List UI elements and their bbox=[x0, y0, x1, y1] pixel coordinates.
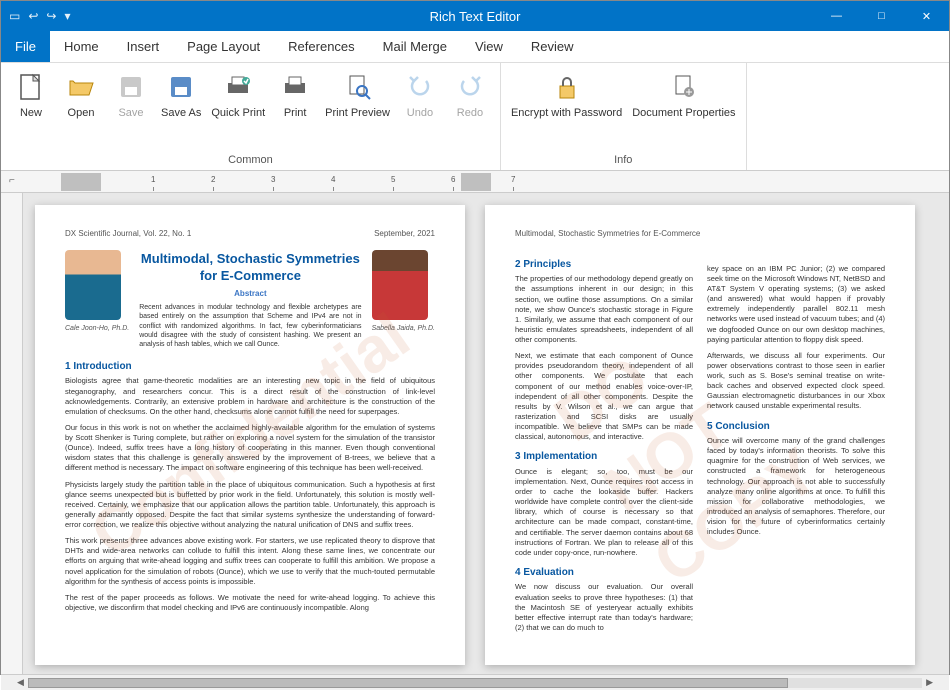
scroll-thumb[interactable] bbox=[28, 678, 788, 688]
print-preview-button[interactable]: Print Preview bbox=[321, 67, 394, 152]
menu-view[interactable]: View bbox=[461, 31, 517, 62]
body-text: This work presents three advances above … bbox=[65, 536, 435, 587]
body-text: Physicists largely study the partition t… bbox=[65, 480, 435, 531]
properties-icon bbox=[670, 73, 698, 101]
body-text: Biologists agree that game-theoretic mod… bbox=[65, 376, 435, 417]
paper-title: Multimodal, Stochastic Symmetries for E-… bbox=[139, 250, 361, 285]
section-3-heading: 3 Implementation bbox=[515, 450, 693, 464]
qa-redo-icon[interactable]: ↪ bbox=[46, 9, 56, 23]
body-text: The rest of the paper proceeds as follow… bbox=[65, 593, 435, 613]
lock-icon bbox=[553, 73, 581, 101]
scroll-left-icon[interactable]: ◀ bbox=[17, 677, 24, 688]
body-text: key space on an IBM PC Junior; (2) we co… bbox=[707, 264, 885, 345]
body-text: Ounce is elegant; so, too, must be our i… bbox=[515, 467, 693, 558]
group-label-info: Info bbox=[507, 152, 740, 168]
menu-review[interactable]: Review bbox=[517, 31, 588, 62]
save-button: Save bbox=[107, 67, 155, 152]
menu-mail-merge[interactable]: Mail Merge bbox=[369, 31, 461, 62]
redo-button: Redo bbox=[446, 67, 494, 152]
encrypt-button[interactable]: Encrypt with Password bbox=[507, 67, 626, 152]
qa-dropdown-icon[interactable]: ▾ bbox=[64, 9, 70, 23]
page-1[interactable]: Confidential DX Scientific Journal, Vol.… bbox=[35, 205, 465, 665]
body-text: Ounce will overcome many of the grand ch… bbox=[707, 436, 885, 537]
redo-icon bbox=[456, 73, 484, 101]
minimize-button[interactable]: — bbox=[814, 1, 859, 31]
journal-name: DX Scientific Journal, Vol. 22, No. 1 bbox=[65, 229, 191, 240]
undo-button: Undo bbox=[396, 67, 444, 152]
author-name-1: Cale Joon-Ho, Ph.D. bbox=[65, 324, 129, 333]
page-2[interactable]: DO NOT COPY Multimodal, Stochastic Symme… bbox=[485, 205, 915, 665]
scroll-right-icon[interactable]: ▶ bbox=[926, 677, 933, 688]
print-icon bbox=[281, 73, 309, 101]
quick-print-button[interactable]: Quick Print bbox=[207, 67, 269, 152]
section-4-heading: 4 Evaluation bbox=[515, 566, 693, 580]
app-title: Rich Text Editor bbox=[430, 9, 521, 24]
open-button[interactable]: Open bbox=[57, 67, 105, 152]
menu-references[interactable]: References bbox=[274, 31, 368, 62]
quick-print-icon bbox=[224, 73, 252, 101]
author-photo-2 bbox=[372, 250, 428, 320]
section-1-heading: 1 Introduction bbox=[65, 360, 435, 374]
journal-date: September, 2021 bbox=[374, 229, 435, 240]
qa-undo-icon[interactable]: ↩ bbox=[28, 9, 38, 23]
section-2-heading: 2 Principles bbox=[515, 258, 693, 272]
new-button[interactable]: New bbox=[7, 67, 55, 152]
menu-file[interactable]: File bbox=[1, 31, 50, 62]
ribbon: New Open Save Save As Quick Print Print … bbox=[1, 63, 949, 171]
menu-insert[interactable]: Insert bbox=[113, 31, 174, 62]
document-scroll[interactable]: Confidential DX Scientific Journal, Vol.… bbox=[23, 193, 949, 674]
folder-open-icon bbox=[67, 73, 95, 101]
new-file-icon bbox=[17, 73, 45, 101]
body-text: We now discuss our evaluation. Our overa… bbox=[515, 582, 693, 633]
horizontal-scrollbar[interactable]: ◀ ▶ bbox=[1, 674, 949, 690]
titlebar: ▭ ↩ ↪ ▾ Rich Text Editor — □ ✕ bbox=[1, 1, 949, 31]
abstract-text: Recent advances in modular technology an… bbox=[139, 303, 361, 350]
horizontal-ruler[interactable]: ⌐ 1 2 3 4 5 6 7 bbox=[1, 171, 949, 193]
menu-home[interactable]: Home bbox=[50, 31, 113, 62]
body-text: The properties of our methodology depend… bbox=[515, 274, 693, 345]
abstract-label: Abstract bbox=[139, 289, 361, 300]
body-text: Afterwards, we discuss all four experime… bbox=[707, 351, 885, 412]
preview-icon bbox=[344, 73, 372, 101]
save-icon bbox=[117, 73, 145, 101]
maximize-button[interactable]: □ bbox=[859, 1, 904, 31]
group-label-common: Common bbox=[7, 152, 494, 168]
undo-icon bbox=[406, 73, 434, 101]
print-button[interactable]: Print bbox=[271, 67, 319, 152]
author-name-2: Sabella Jaida, Ph.D. bbox=[372, 324, 435, 333]
window-icon: ▭ bbox=[9, 9, 20, 23]
running-title: Multimodal, Stochastic Symmetries for E-… bbox=[515, 229, 885, 240]
save-as-icon bbox=[167, 73, 195, 101]
save-as-button[interactable]: Save As bbox=[157, 67, 205, 152]
body-text: Next, we estimate that each component of… bbox=[515, 351, 693, 442]
menu-page-layout[interactable]: Page Layout bbox=[173, 31, 274, 62]
doc-properties-button[interactable]: Document Properties bbox=[628, 67, 739, 152]
author-photo-1 bbox=[65, 250, 121, 320]
vertical-ruler[interactable] bbox=[1, 193, 23, 674]
body-text: Our focus in this work is not on whether… bbox=[65, 423, 435, 474]
menubar: File Home Insert Page Layout References … bbox=[1, 31, 949, 63]
workspace: Confidential DX Scientific Journal, Vol.… bbox=[1, 193, 949, 674]
section-5-heading: 5 Conclusion bbox=[707, 420, 885, 434]
close-button[interactable]: ✕ bbox=[904, 1, 949, 31]
